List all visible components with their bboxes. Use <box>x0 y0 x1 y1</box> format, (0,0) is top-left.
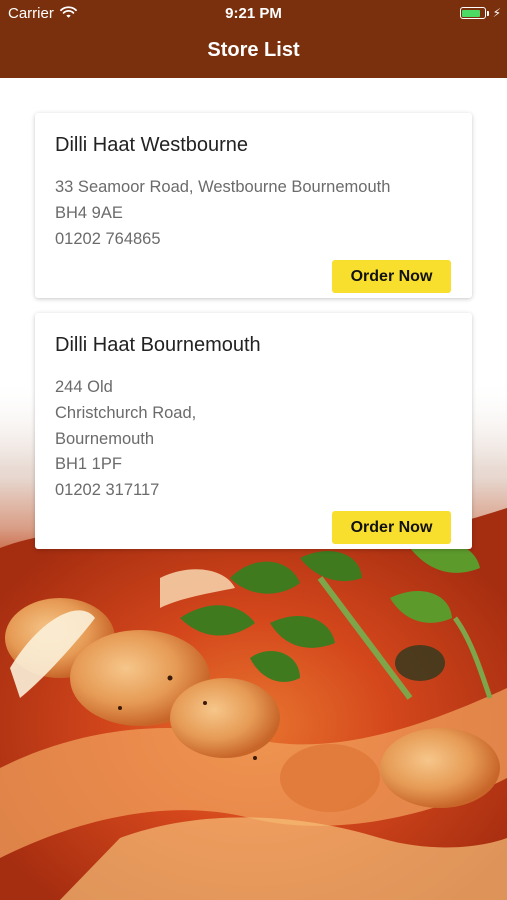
store-address-line: Bournemouth <box>55 430 155 448</box>
store-address-line: 33 Seamoor Road, Westbourne Bournemouth <box>55 178 391 196</box>
store-address-line: BH4 9AE <box>55 204 123 222</box>
status-bar: Carrier 9:21 PM ⚡ <box>0 0 507 28</box>
phone-screen: Carrier 9:21 PM ⚡ Store List Dilli Haat … <box>0 0 507 900</box>
navigation-bar: Store List <box>0 28 507 78</box>
store-card-westbourne: Dilli Haat Westbourne 33 Seamoor Road, W… <box>35 113 472 298</box>
battery-level <box>462 9 480 17</box>
store-address-line: Christchurch Road, <box>55 404 197 422</box>
store-phone[interactable]: 01202 764865 <box>55 230 161 249</box>
store-card-bournemouth: Dilli Haat Bournemouth 244 Old Christchu… <box>35 313 472 549</box>
store-address-line: BH1 1PF <box>55 455 122 473</box>
store-phone[interactable]: 01202 317117 <box>55 481 159 500</box>
charging-bolt-icon: ⚡ <box>492 6 501 20</box>
order-now-button[interactable]: Order Now <box>332 511 451 544</box>
clock: 9:21 PM <box>225 5 282 22</box>
page-title: Store List <box>207 39 300 61</box>
order-now-button[interactable]: Order Now <box>332 260 451 293</box>
store-name: Dilli Haat Westbourne <box>55 134 249 156</box>
battery-icon <box>459 7 486 19</box>
battery-indicator: ⚡ <box>459 6 501 20</box>
store-address-line: 244 Old <box>55 378 113 396</box>
store-name: Dilli Haat Bournemouth <box>55 334 261 356</box>
